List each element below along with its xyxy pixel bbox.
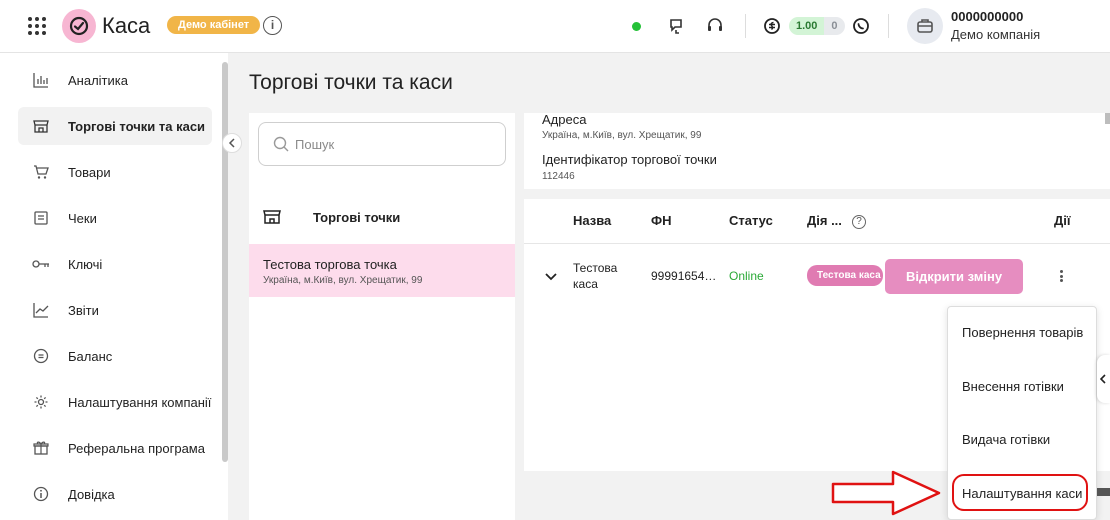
account-id: 0000000000 (951, 9, 1024, 24)
sidebar-item-help[interactable]: Довідка (18, 475, 212, 513)
balance-pill[interactable]: 1.00 0 (789, 17, 845, 35)
point-id-label: Ідентифікатор торгової точки (542, 152, 717, 167)
address-label: Адреса (542, 112, 587, 127)
collapse-sidebar-button[interactable] (222, 133, 242, 153)
sidebar-item-label: Товари (68, 164, 111, 180)
point-id-value: 112446 (542, 171, 575, 182)
trend-icon (32, 301, 50, 319)
address-value: Україна, м.Київ, вул. Хрещатик, 99 (542, 130, 702, 141)
sidebar-item-receipts[interactable]: Чеки (18, 199, 212, 237)
whatsapp-icon[interactable] (850, 15, 872, 37)
info-icon (32, 485, 50, 503)
point-name: Тестова торгова точка (263, 257, 397, 272)
sidebar-item-label: Баланс (68, 348, 113, 364)
sidebar-item-label: Реферальна програма (68, 440, 205, 456)
balance-secondary: 0 (824, 17, 845, 35)
sidebar: Аналітика Торгові точки та каси Товари Ч… (0, 53, 228, 520)
support-headset-icon[interactable] (704, 15, 726, 37)
details-scrollbar[interactable] (1105, 113, 1110, 124)
column-header-actions: Дії (1054, 213, 1071, 228)
point-list-item[interactable]: Тестова торгова точка Україна, м.Київ, в… (249, 244, 515, 297)
bar-chart-icon (32, 71, 50, 89)
register-tag: Тестова каса (807, 265, 883, 286)
app-logo-icon (62, 9, 96, 43)
account-name: Демо компанія (951, 27, 1041, 42)
balance-value: 1.00 (789, 17, 825, 35)
points-panel: Пошук Торгові точки Тестова торгова точк… (249, 113, 515, 520)
sidebar-item-reports[interactable]: Звіти (18, 291, 212, 329)
register-name: Тестова каса (573, 261, 618, 291)
sidebar-item-company-settings[interactable]: Налаштування компанії (18, 383, 212, 421)
top-header: Каса Демо кабінет i 1.00 0 0000000000 Де… (0, 0, 1110, 53)
point-address: Україна, м.Київ, вул. Хрещатик, 99 (263, 275, 423, 286)
currency-icon[interactable] (761, 15, 783, 37)
connection-status-dot (632, 22, 641, 31)
sidebar-item-label: Звіти (68, 302, 99, 318)
help-icon[interactable]: ? (852, 215, 866, 229)
sidebar-item-analytics[interactable]: Аналітика (18, 61, 212, 99)
key-icon (32, 255, 50, 273)
store-icon (32, 117, 50, 135)
side-panel-toggle[interactable] (1097, 355, 1110, 403)
sidebar-item-products[interactable]: Товари (18, 153, 212, 191)
menu-item-return-goods[interactable]: Повернення товарів (962, 325, 1083, 340)
register-status: Online (729, 269, 764, 283)
sidebar-item-points[interactable]: Торгові точки та каси (18, 107, 212, 145)
points-heading: Торгові точки (263, 207, 503, 227)
scroll-thumb[interactable] (1097, 488, 1110, 496)
chevron-down-icon[interactable] (544, 269, 558, 283)
column-header-fn: ФН (651, 213, 672, 228)
menu-item-cash-in[interactable]: Внесення готівки (962, 379, 1064, 394)
sidebar-item-keys[interactable]: Ключі (18, 245, 212, 283)
receipt-icon (32, 209, 50, 227)
column-header-action: Дія ... (807, 213, 842, 228)
app-title: Каса (102, 13, 151, 38)
coin-icon (32, 347, 50, 365)
header-divider (524, 243, 1110, 244)
header-divider (888, 14, 889, 38)
sidebar-item-label: Довідка (68, 486, 115, 502)
sidebar-item-balance[interactable]: Баланс (18, 337, 212, 375)
point-details-card: Адреса Україна, м.Київ, вул. Хрещатик, 9… (524, 112, 1110, 189)
points-heading-label: Торгові точки (313, 210, 401, 225)
column-header-status: Статус (729, 213, 773, 228)
sidebar-item-label: Ключі (68, 256, 103, 272)
column-header-name: Назва (573, 213, 612, 228)
notifications-icon[interactable] (666, 15, 688, 37)
search-icon (273, 136, 289, 152)
menu-item-cash-out[interactable]: Видача готівки (962, 432, 1050, 447)
register-fn: 99991654… (651, 269, 717, 283)
sidebar-item-referral[interactable]: Реферальна програма (18, 429, 212, 467)
search-input[interactable]: Пошук (258, 122, 506, 166)
more-actions-icon[interactable] (1057, 268, 1065, 284)
sidebar-item-label: Аналітика (68, 72, 128, 88)
gift-icon (32, 439, 50, 457)
gear-icon (32, 393, 50, 411)
cart-icon (32, 163, 50, 181)
sidebar-item-label: Чеки (68, 210, 97, 226)
open-shift-button[interactable]: Відкрити зміну (885, 259, 1023, 294)
demo-badge: Демо кабінет (167, 16, 261, 34)
annotation-highlight (952, 474, 1088, 511)
company-avatar[interactable] (907, 8, 943, 44)
sidebar-item-label: Торгові точки та каси (68, 118, 206, 134)
store-icon (263, 210, 281, 224)
search-placeholder: Пошук (295, 137, 335, 152)
info-icon[interactable]: i (263, 16, 282, 35)
annotation-arrow-icon (831, 470, 941, 516)
page-title: Торгові точки та каси (249, 71, 453, 94)
sidebar-item-label: Налаштування компанії (68, 394, 212, 410)
sidebar-scrollbar[interactable] (222, 62, 228, 462)
apps-grid-icon[interactable] (28, 17, 46, 35)
header-divider (745, 14, 746, 38)
